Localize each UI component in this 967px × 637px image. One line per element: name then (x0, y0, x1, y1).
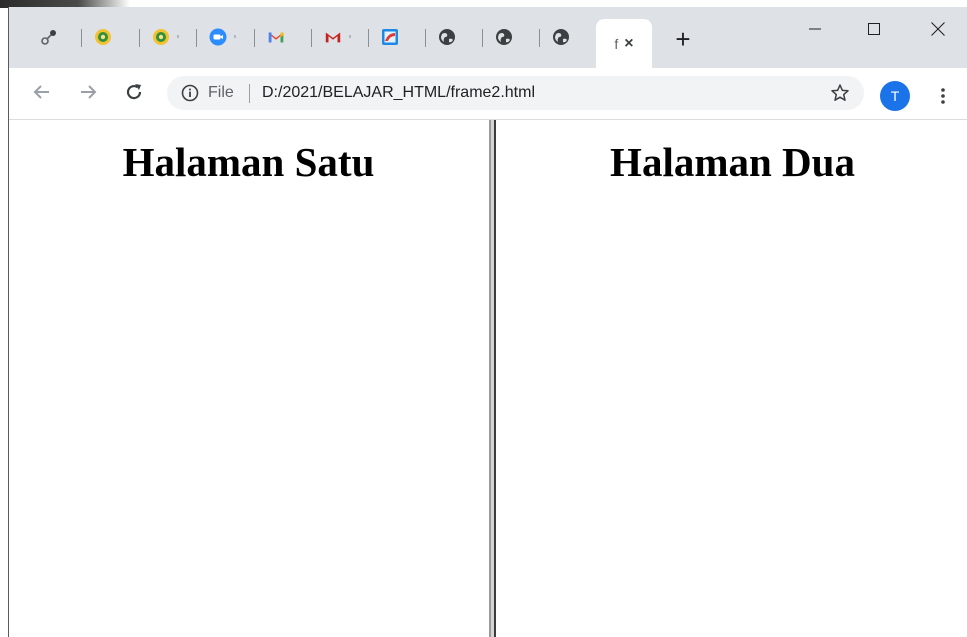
frame-right: Halaman Dua (497, 120, 967, 637)
tab-overflow-dot (349, 35, 351, 38)
blue-app-icon (381, 28, 399, 46)
tab-separator (539, 29, 540, 47)
frame-splitter[interactable] (488, 120, 497, 637)
tab-strip: f × + (9, 7, 967, 68)
globe-icon (552, 28, 570, 46)
tab-5[interactable] (254, 23, 298, 51)
globe-icon (495, 28, 513, 46)
tab-8[interactable] (425, 23, 469, 51)
tab-6[interactable] (311, 23, 355, 51)
profile-avatar[interactable]: T (880, 81, 910, 111)
address-bar[interactable]: File D:/2021/BELAJAR_HTML/frame2.html (167, 76, 864, 110)
url-text[interactable]: D:/2021/BELAJAR_HTML/frame2.html (262, 84, 535, 102)
tab-separator (368, 29, 369, 47)
arrow-left-icon (33, 85, 49, 99)
tab-1[interactable] (27, 23, 71, 51)
tab-separator (196, 29, 197, 47)
tab-2[interactable] (81, 23, 125, 51)
page-content: Halaman Satu Halaman Dua (9, 120, 967, 637)
maximize-button[interactable] (851, 13, 897, 45)
star-icon[interactable] (830, 83, 850, 103)
url-divider (249, 84, 250, 103)
browser-window: f × + File D:/2021/BELAJAR_HTML/frame2.h… (8, 7, 967, 637)
tab-separator (139, 29, 140, 47)
emblem-icon (152, 28, 170, 46)
splitter-edge (494, 120, 496, 637)
tab-close-icon[interactable]: × (624, 35, 633, 53)
menu-button[interactable] (931, 82, 955, 110)
tab-10[interactable] (539, 23, 583, 51)
tab-separator (81, 29, 82, 47)
right-frame-heading: Halaman Dua (610, 139, 855, 185)
tab-overflow-dot (234, 35, 236, 38)
back-button[interactable] (28, 78, 56, 106)
zoom-icon (209, 28, 227, 46)
reload-button[interactable] (120, 78, 148, 106)
reload-icon (126, 84, 142, 100)
emblem-icon (94, 28, 112, 46)
kebab-menu-icon (941, 88, 945, 104)
extension-link-icon (40, 28, 58, 46)
tab-separator (425, 29, 426, 47)
info-icon[interactable] (181, 84, 199, 102)
url-scheme-label: File (208, 84, 234, 101)
left-frame-heading: Halaman Satu (122, 139, 375, 185)
tab-separator (254, 29, 255, 47)
gmail-icon (324, 28, 342, 46)
tab-9[interactable] (482, 23, 526, 51)
tab-7[interactable] (368, 23, 412, 51)
frame-left: Halaman Satu (9, 120, 488, 637)
active-tab-title: f (614, 35, 619, 52)
close-window-button[interactable] (915, 13, 961, 45)
browser-toolbar: File D:/2021/BELAJAR_HTML/frame2.html T (9, 68, 967, 120)
new-tab-button[interactable]: + (669, 25, 697, 53)
minimize-button[interactable] (792, 13, 838, 45)
tab-separator (482, 29, 483, 47)
tab-overflow-dot (177, 35, 179, 38)
tab-3[interactable] (139, 23, 183, 51)
tab-4[interactable] (196, 23, 240, 51)
arrow-right-icon (81, 85, 97, 99)
tab-separator (311, 29, 312, 47)
maximize-icon (868, 23, 880, 35)
forward-button[interactable] (74, 78, 102, 106)
gmail-icon (267, 28, 285, 46)
globe-icon (438, 28, 456, 46)
minimize-icon (809, 28, 821, 30)
close-icon (931, 22, 945, 36)
active-tab[interactable]: f × (596, 19, 652, 68)
